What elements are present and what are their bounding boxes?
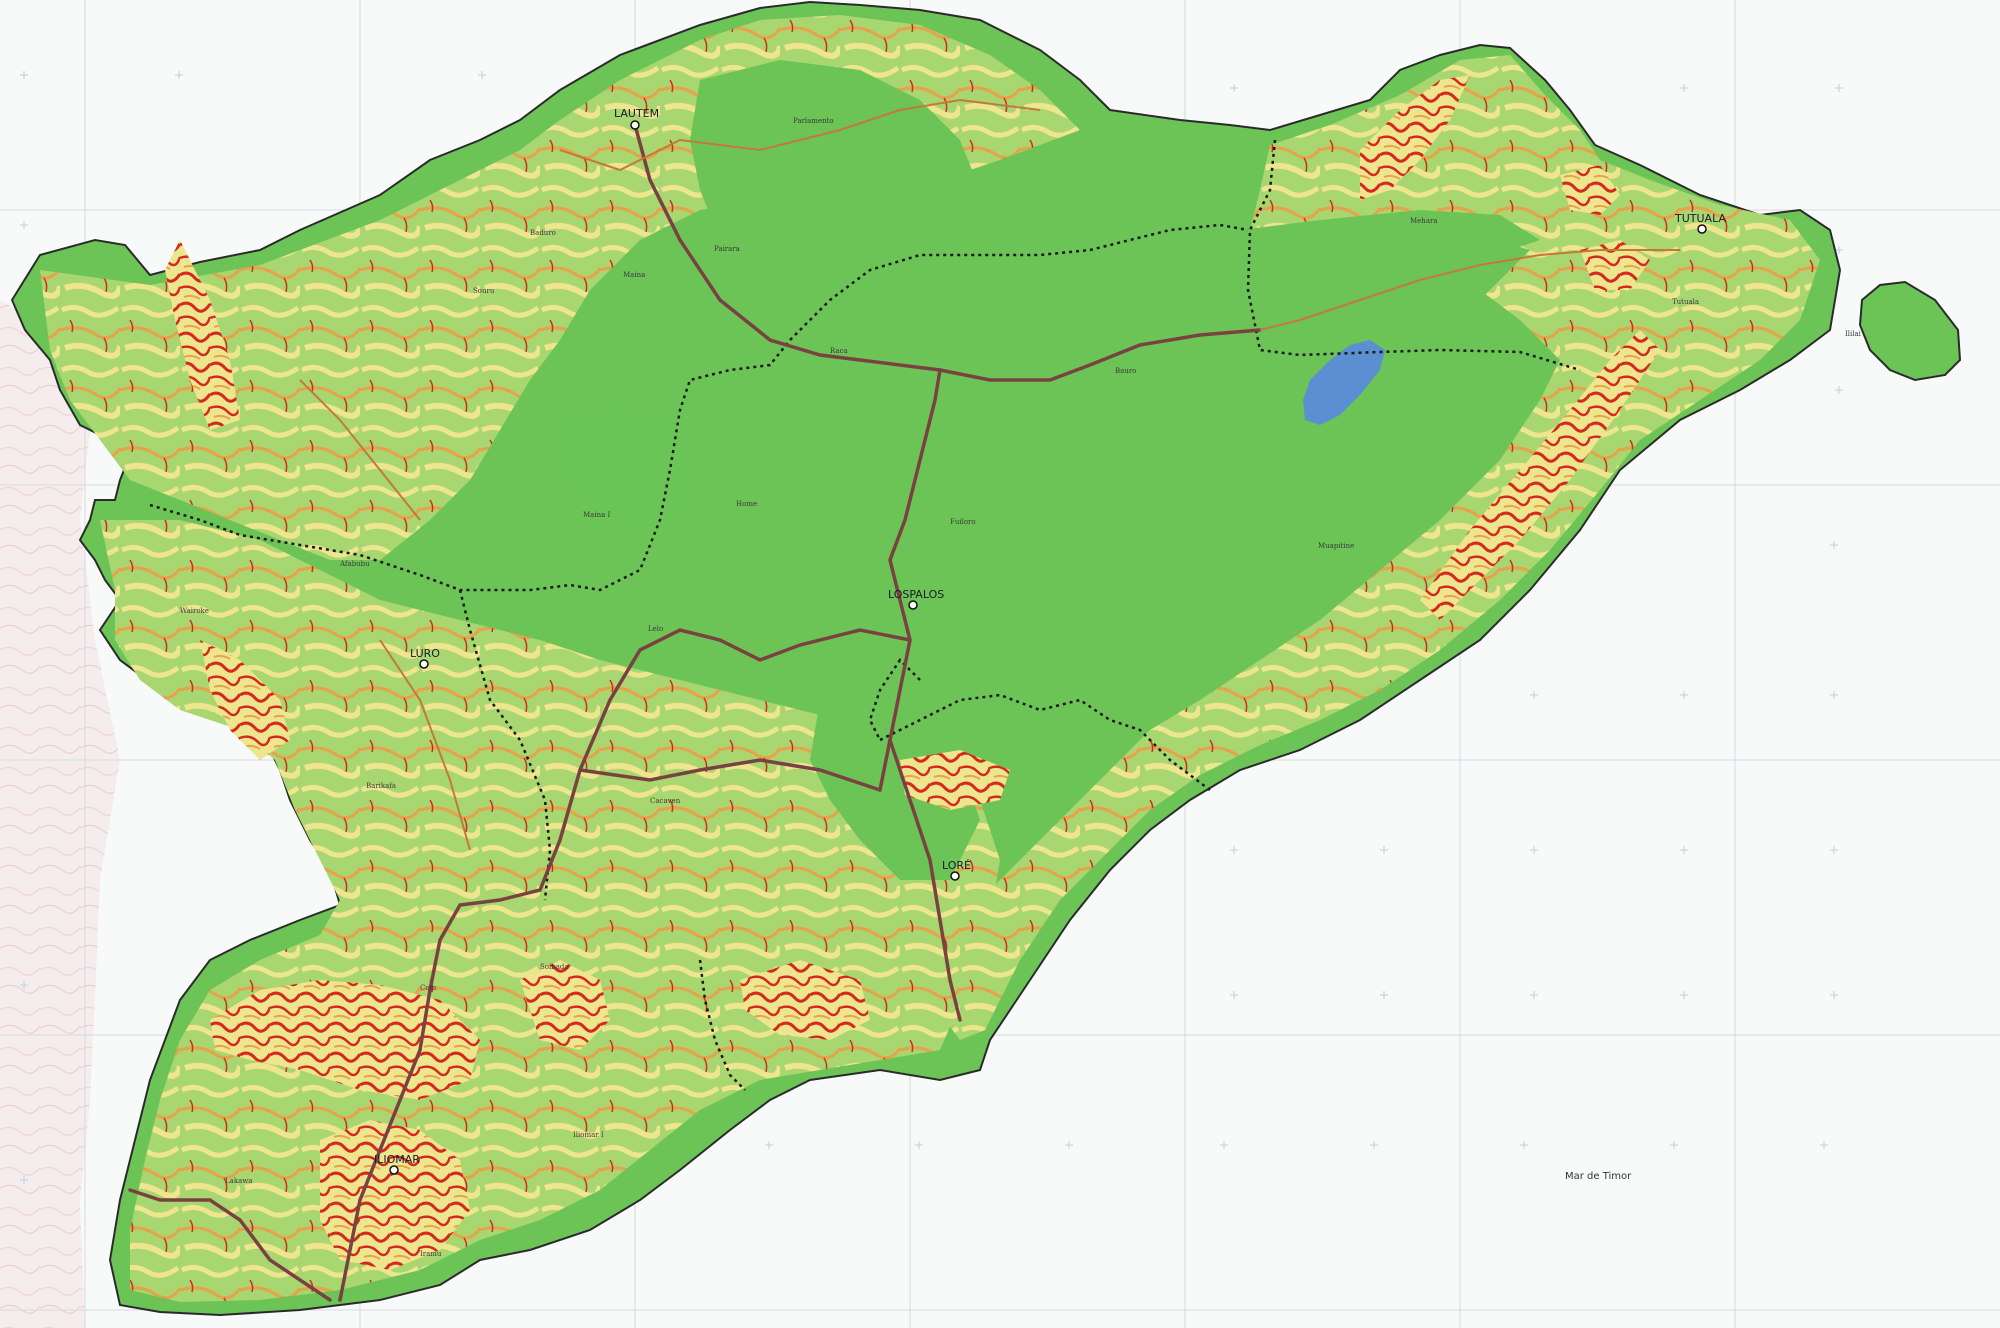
place-label: Baduro [530,229,556,237]
place-label: Mehara [1410,217,1438,225]
place-label: Maina I [583,511,610,519]
place-label: Maina [623,271,645,279]
place-label: Home [736,500,757,508]
place-label: Pairara [714,245,740,253]
place-label: Barikafa [366,782,396,790]
place-label: Parlamento [793,117,834,125]
town-label-luro: LURO [410,647,440,660]
town-label-lospalos: LOSPALOS [888,588,944,601]
town-label-lautem: LAUTEM [614,107,659,120]
place-label: Lelo [648,625,663,633]
place-label: Afabubu [339,560,370,568]
place-label: Cacaven [650,797,681,805]
town-label-lore: LORÉ [942,859,971,872]
place-label: Lakawa [225,1177,252,1185]
place-label: Bauro [1115,367,1136,375]
place-label: Souru [473,287,495,295]
place-label: Soibada [540,963,569,971]
place-label: Ililai [1845,330,1862,338]
town-label-iliomar: ILIOMAR [374,1153,420,1166]
place-label: Iramu [420,1250,442,1258]
place-label: Tutuala [1672,298,1699,306]
place-label: Com [420,984,437,992]
sea-label: Mar de Timor [1565,1171,1632,1182]
terrain-slope-map: LAUTEM TUTUALA LOSPALOS LURO LORÉ ILIOMA… [0,0,2000,1328]
place-label: Raca [830,347,848,355]
place-label: Wairoke [180,607,209,615]
place-label: Iliomar I [573,1131,604,1139]
place-label: Fuiloro [950,518,976,526]
place-label: Muapitine [1318,542,1354,550]
town-label-tutuala: TUTUALA [1674,212,1726,225]
